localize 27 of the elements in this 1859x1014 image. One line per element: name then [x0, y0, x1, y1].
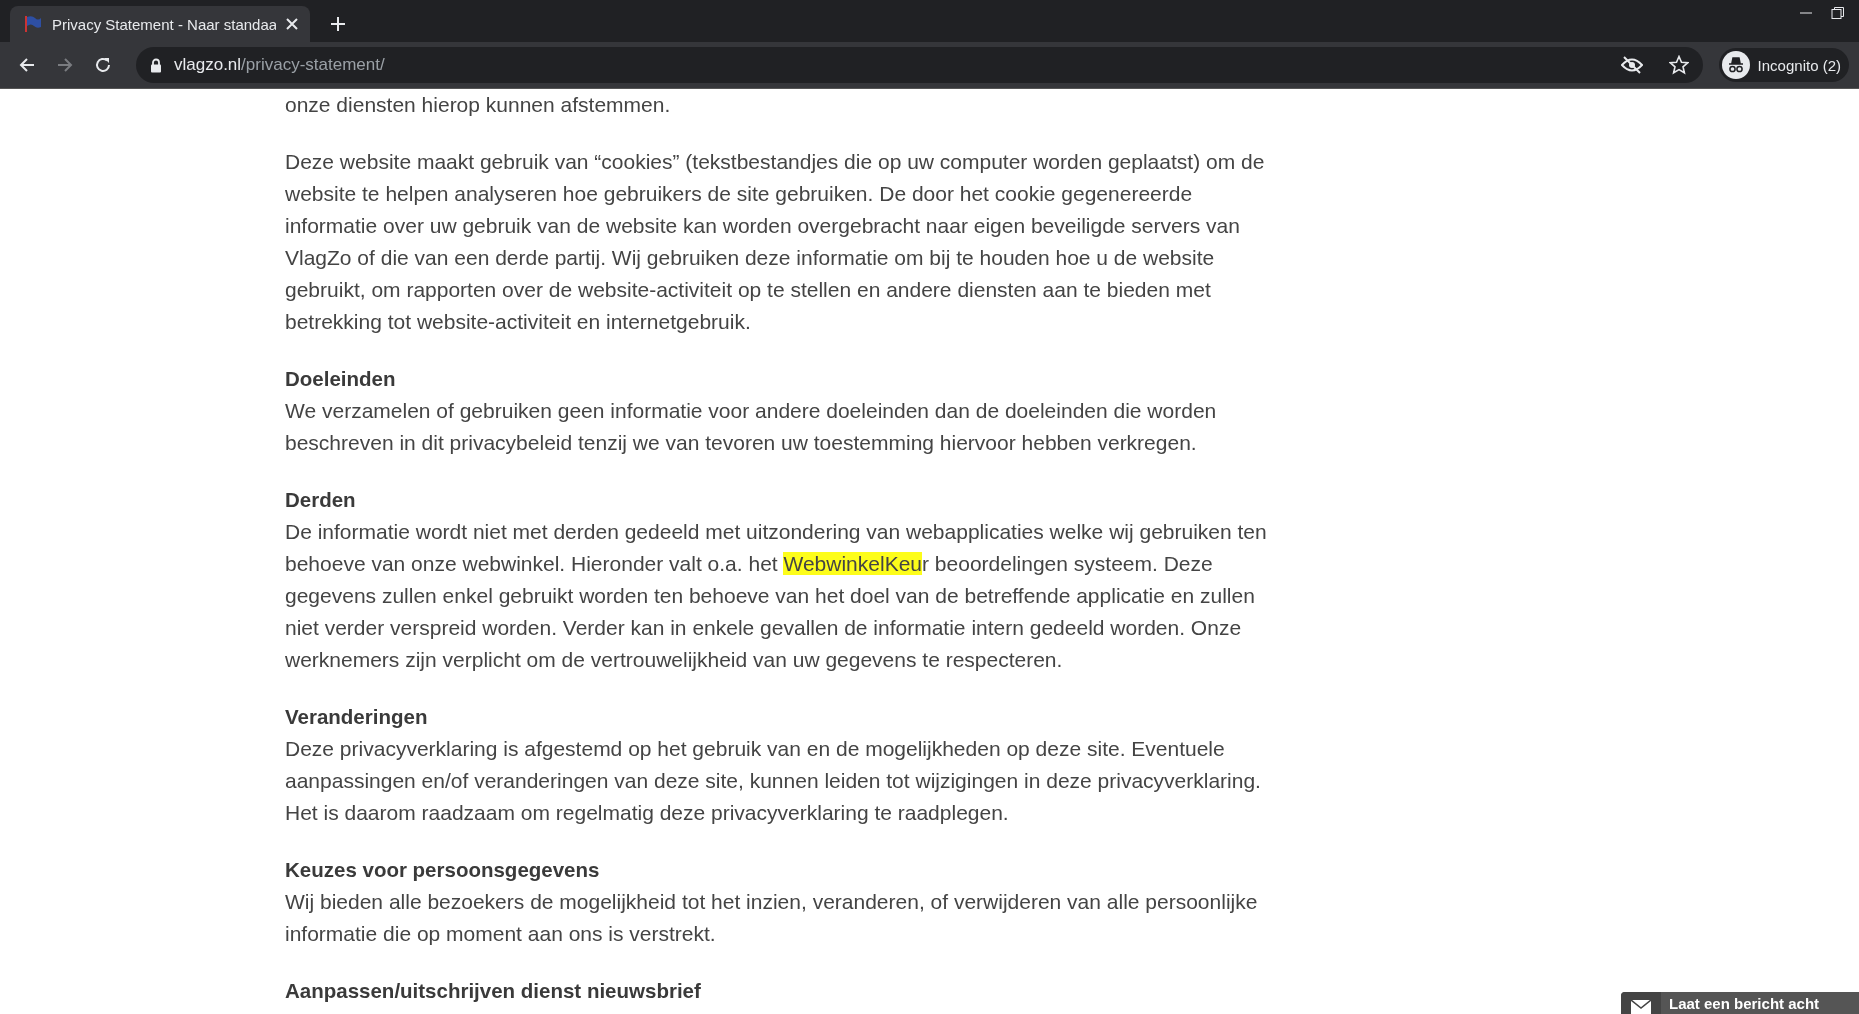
envelope-icon [1631, 1000, 1651, 1014]
body-paragraph: Deze website maakt gebruik van “cookies” (tekstbestandjes die op uw computer worden geplaatst) om de website te helpen analyseren hoe gebruikers de site gebruiken. De door het cookie gegenereerde informatie over uw gebruik van de website kan worden overgebracht naar eigen beveiligde servers van VlagZo of die van een derde partij. Wij gebruiken deze informatie om bij te houden hoe u de website gebruikt, om rapporten over de website-activiteit op te stellen en andere diensten aan te bieden met betrekking tot website-activiteit en internetgebruik. [285, 149, 1266, 335]
address-bar[interactable]: vlagzo.nl/privacy-statement/ [136, 47, 1703, 83]
body-paragraph: Wij bieden alle bezoekers de mogelijkheid tot het inzien, veranderen, of verwijderen van alle persoonlijke informatie die op moment aan ons is verstrekt. [285, 889, 1259, 947]
section-heading: Veranderingen [285, 704, 429, 730]
incognito-icon [1721, 51, 1750, 79]
reload-icon [94, 56, 112, 74]
arrow-left-icon [18, 56, 36, 74]
new-tab-icon[interactable] [330, 16, 346, 32]
flag-icon [24, 16, 42, 32]
profile-button[interactable]: Incognito (2) [1718, 48, 1849, 82]
arrow-right-icon [56, 56, 74, 74]
body-paragraph: Deze privacyverklaring is afgestemd op het gebruik van en de mogelijkheden op deze site. Eventuele aanpassingen en/of veranderingen van deze site, kunnen leiden tot wijzigingen in deze privacyverklaring. Het is daarom raadzaam om regelmatig deze privacyverklaring te raadplegen. [285, 736, 1262, 826]
body-paragraph: onze diensten hierop kunnen afstemmen. [285, 92, 672, 118]
section-heading: Derden [285, 487, 357, 513]
eye-off-icon[interactable] [1620, 56, 1643, 74]
section-heading: Aanpassen/uitschrijven dienst nieuwsbrief [285, 978, 702, 1004]
body-paragraph: We verzamelen of gebruiken geen informatie voor andere doeleinden dan de doeleinden die worden beschreven in dit privacybeleid tenzij we van tevoren uw toestemming hiervoor hebben verkregen. [285, 398, 1218, 456]
chat-widget[interactable]: Laat een bericht acht [1621, 992, 1859, 1014]
star-icon[interactable] [1668, 55, 1689, 75]
restore-icon[interactable] [1831, 6, 1845, 20]
section-heading: Keuzes voor persoonsgegevens [285, 857, 601, 883]
lock-icon [150, 57, 162, 73]
body-paragraph: De informatie wordt niet met derden gedeeld met uitzondering van webapplicaties welke wij gebruiken ten behoeve van onze webwinkel. Hieronder valt o.a. het WebwinkelKeur beoordelingen systeem. Deze gegevens zullen enkel gebruikt worden ten behoeve van het doel van de betreffende applicatie en zullen niet verder verspreid worden. Verder kan in enkele gevallen de informatie intern gedeeld worden. Onze werknemers zijn verplicht om de vertrouwelijkheid van uw gegevens te respecteren. [285, 519, 1268, 673]
section-heading: Doeleinden [285, 366, 397, 392]
url-text: vlagzo.nl/privacy-statement/ [174, 55, 386, 75]
close-icon[interactable] [286, 18, 298, 30]
